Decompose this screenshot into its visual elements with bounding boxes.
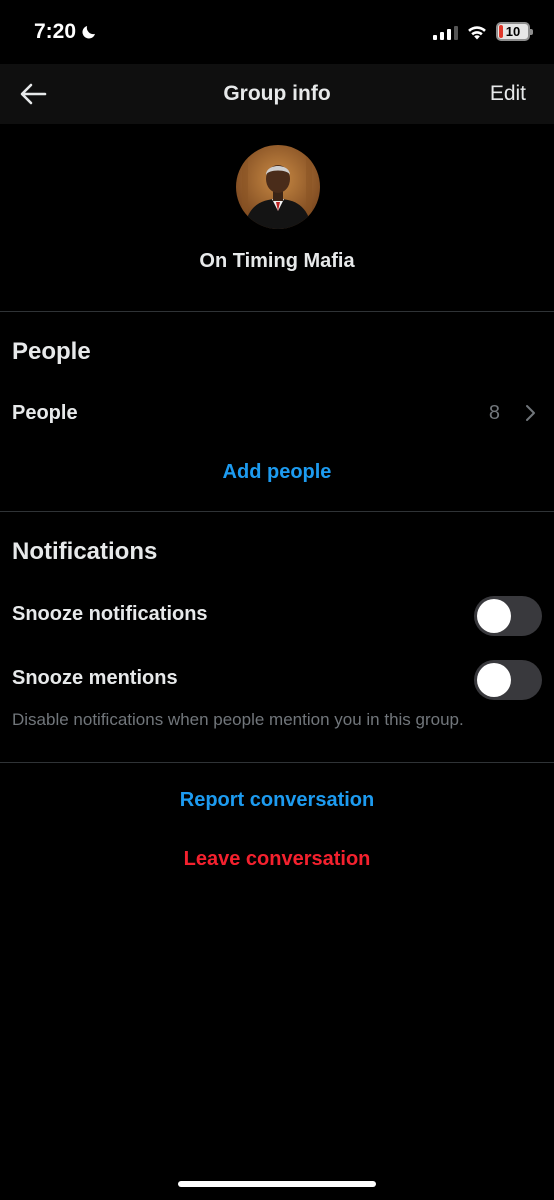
divider <box>0 511 554 512</box>
snooze-notifications-label: Snooze notifications <box>12 603 208 625</box>
group-avatar[interactable] <box>236 145 320 229</box>
wifi-icon <box>468 25 486 40</box>
status-bar: 7:20 10 <box>0 0 554 64</box>
status-icons: 10 <box>433 22 533 41</box>
people-section-heading: People <box>12 338 91 365</box>
cellular-signal-icon <box>433 24 458 40</box>
report-conversation-button[interactable]: Report conversation <box>0 789 554 812</box>
divider <box>0 311 554 312</box>
snooze-mentions-label: Snooze mentions <box>12 667 178 689</box>
moon-icon <box>82 26 96 39</box>
leave-conversation-button[interactable]: Leave conversation <box>0 848 554 871</box>
notifications-section-heading: Notifications <box>12 538 158 565</box>
clock-text: 7:20 <box>34 20 77 43</box>
battery-icon: 10 <box>496 22 533 41</box>
snooze-notifications-toggle[interactable] <box>474 596 542 636</box>
people-row-label: People <box>12 402 78 424</box>
chevron-right-icon <box>526 405 535 421</box>
nav-bar: Group info Edit <box>0 64 554 124</box>
home-indicator <box>178 1181 376 1187</box>
battery-level: 10 <box>505 24 521 39</box>
snooze-mentions-toggle[interactable] <box>474 660 542 700</box>
add-people-button[interactable]: Add people <box>0 461 554 484</box>
people-row[interactable]: People 8 <box>0 392 554 436</box>
mentions-helper-text: Disable notifications when people mentio… <box>12 710 464 729</box>
toggle-knob <box>477 599 511 633</box>
people-count: 8 <box>488 402 500 424</box>
page-title: Group info <box>223 82 331 105</box>
group-name: On Timing Mafia <box>199 250 355 272</box>
divider <box>0 762 554 763</box>
toggle-knob <box>477 663 511 697</box>
status-time: 7:20 <box>34 20 98 44</box>
edit-button[interactable]: Edit <box>490 82 526 106</box>
avatar-photo <box>236 145 320 229</box>
